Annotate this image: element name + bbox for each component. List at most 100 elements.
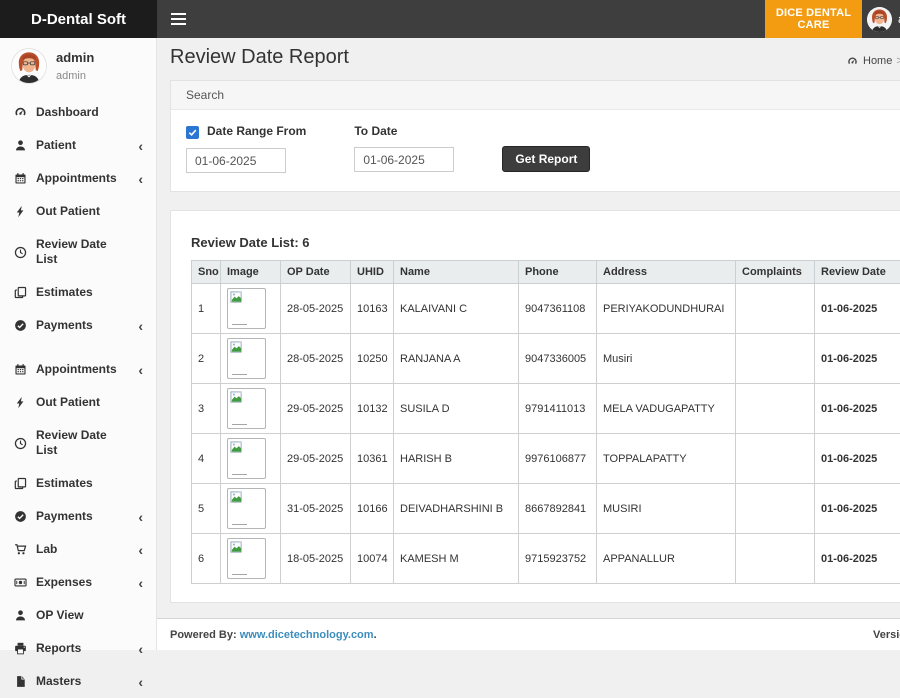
cell-address: MELA VADUGAPATTY	[597, 384, 736, 434]
to-date-group: To Date	[354, 124, 454, 172]
sidebar-item-label: Lab	[36, 542, 57, 557]
cell-phone: 9047336005	[519, 334, 597, 384]
clinic-name-button[interactable]: DICE DENTAL CARE	[765, 0, 862, 38]
sidebar-item-label: Masters	[36, 674, 81, 689]
sidebar-item[interactable]: Expenses ‹	[0, 566, 156, 599]
sidebar-item-label: Patient	[36, 138, 76, 153]
sidebar-user-name: admin	[56, 50, 94, 65]
column-header: Address	[597, 261, 736, 284]
cell-review-date: 01-06-2025	[815, 334, 900, 384]
cell-complaints	[736, 334, 815, 384]
table-row: 1 28-05-2025 10163 KALAIVANI C 904736110…	[192, 284, 900, 334]
sidebar-item[interactable]: Lab ‹	[0, 533, 156, 566]
page-header: Review Date Report Home > Review Date Re…	[157, 38, 900, 80]
cell-address: TOPPALAPATTY	[597, 434, 736, 484]
sidebar-item[interactable]: Out Patient ‹	[0, 386, 156, 419]
sidebar-item[interactable]: Masters ‹	[0, 665, 156, 698]
user-avatar	[12, 49, 46, 83]
cell-review-date: 01-06-2025	[815, 534, 900, 584]
cell-sno: 4	[192, 434, 221, 484]
sidebar-item-label: Appointments	[36, 171, 117, 186]
powered-by-label: Powered By:	[170, 629, 237, 641]
cell-name: SUSILA D	[394, 384, 519, 434]
sidebar-item-label: Payments	[36, 509, 93, 524]
clock-icon	[13, 245, 27, 259]
cell-address: PERIYAKODUNDHURAI	[597, 284, 736, 334]
date-range-checkbox[interactable]	[186, 126, 199, 139]
column-header: Review Date	[815, 261, 900, 284]
sidebar-user-role: admin	[56, 70, 94, 82]
sidebar-item-label: Review Date List	[36, 237, 129, 267]
sidebar-item[interactable]: Estimates ‹	[0, 276, 156, 309]
sidebar-item[interactable]: Review Date List ‹	[0, 419, 156, 467]
cell-complaints	[736, 384, 815, 434]
chevron-left-icon: ‹	[138, 578, 148, 588]
sidebar-item[interactable]: Payments ‹	[0, 500, 156, 533]
breadcrumb-home-link[interactable]: Home	[863, 55, 892, 67]
sidebar-item-label: Expenses	[36, 575, 92, 590]
cell-op-date: 28-05-2025	[281, 284, 351, 334]
date-from-input[interactable]	[186, 148, 286, 173]
date-range-from-group: Date Range From	[186, 124, 306, 173]
sidebar-item[interactable]: Patient ‹	[0, 129, 156, 162]
search-panel-header: Search	[171, 81, 900, 110]
cell-op-date: 28-05-2025	[281, 334, 351, 384]
cell-phone: 8667892841	[519, 484, 597, 534]
cell-image	[221, 384, 281, 434]
sidebar-item[interactable]: Appointments ‹	[0, 353, 156, 386]
date-to-input[interactable]	[354, 147, 454, 172]
broken-image-icon	[227, 338, 266, 379]
cell-name: RANJANA A	[394, 334, 519, 384]
table-row: 6 18-05-2025 10074 KAMESH M 9715923752 A…	[192, 534, 900, 584]
sidebar-toggle-icon[interactable]	[157, 0, 199, 38]
user-icon	[13, 139, 27, 153]
sidebar-item[interactable]: OP View ‹	[0, 599, 156, 632]
sidebar-item-label: Payments	[36, 318, 93, 333]
app-logo: D-Dental Soft	[0, 0, 157, 38]
cell-address: Musiri	[597, 334, 736, 384]
cell-image	[221, 534, 281, 584]
column-header: Image	[221, 261, 281, 284]
cell-uhid: 10250	[351, 334, 394, 384]
sidebar-item[interactable]: Estimates ‹	[0, 467, 156, 500]
sidebar-item[interactable]: Appointments ‹	[0, 162, 156, 195]
check-circle-icon	[13, 510, 27, 524]
calendar-icon	[13, 363, 27, 377]
sidebar-item[interactable]: Review Date List ‹	[0, 228, 156, 276]
sidebar-item[interactable]: Reports ‹	[0, 632, 156, 665]
dicetechnology-link[interactable]: www.dicetechnology.com	[240, 629, 374, 641]
cart-icon	[13, 543, 27, 557]
cell-image	[221, 434, 281, 484]
cell-uhid: 10163	[351, 284, 394, 334]
cell-review-date: 01-06-2025	[815, 284, 900, 334]
sidebar-nav: Dashboard ‹ Patient ‹ Appointments ‹ Out…	[0, 96, 156, 698]
cell-op-date: 18-05-2025	[281, 534, 351, 584]
column-header: UHID	[351, 261, 394, 284]
table-row: 2 28-05-2025 10250 RANJANA A 9047336005 …	[192, 334, 900, 384]
cell-address: APPANALLUR	[597, 534, 736, 584]
cell-name: DEIVADHARSHINI B	[394, 484, 519, 534]
get-report-button[interactable]: Get Report	[502, 146, 590, 172]
broken-image-icon	[227, 438, 266, 479]
search-form: Date Range From To Date Get Report	[171, 110, 900, 191]
column-header: OP Date	[281, 261, 351, 284]
cell-review-date: 01-06-2025	[815, 434, 900, 484]
sidebar-item[interactable]: Payments ‹	[0, 309, 156, 342]
column-header: Name	[394, 261, 519, 284]
sidebar-item-label: OP View	[36, 608, 84, 623]
sidebar-item[interactable]: Dashboard ‹	[0, 96, 156, 129]
tachometer-icon	[13, 106, 27, 120]
cell-image	[221, 334, 281, 384]
header-user-menu[interactable]: admin	[867, 0, 900, 38]
chevron-left-icon: ‹	[138, 512, 148, 522]
sidebar-item[interactable]: Out Patient ‹	[0, 195, 156, 228]
cell-sno: 3	[192, 384, 221, 434]
broken-image-icon	[227, 388, 266, 429]
column-header: Phone	[519, 261, 597, 284]
cell-image	[221, 284, 281, 334]
cell-sno: 1	[192, 284, 221, 334]
table-row: 5 31-05-2025 10166 DEIVADHARSHINI B 8667…	[192, 484, 900, 534]
sidebar-item-label: Appointments	[36, 362, 117, 377]
sidebar-user-panel: admin admin	[0, 38, 156, 96]
table-header-row: SnoImageOP DateUHIDNamePhoneAddressCompl…	[192, 261, 900, 284]
